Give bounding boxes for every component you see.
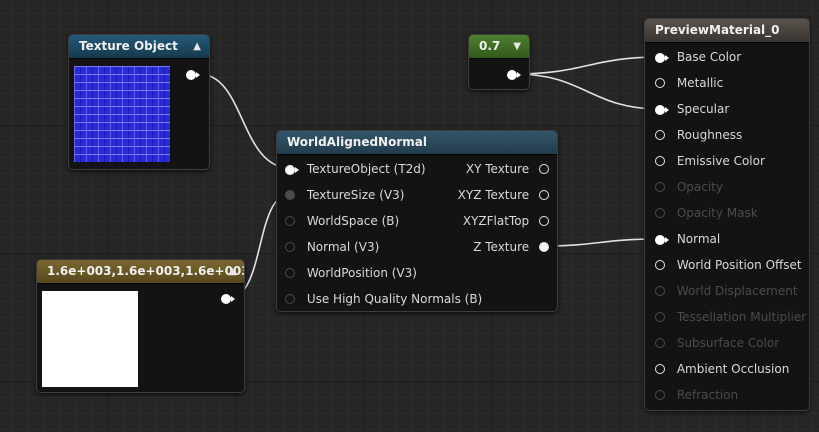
node-title: 0.7 [479, 39, 501, 53]
preview-material-node[interactable]: PreviewMaterial_0 Base Color Metallic Sp… [644, 18, 810, 411]
pin-normal[interactable]: Normal [655, 230, 720, 248]
input-pin-connected[interactable] [655, 235, 669, 245]
texture-preview [74, 66, 170, 162]
input-pin[interactable] [655, 155, 665, 166]
input-pin-disabled [655, 337, 665, 348]
node-title: Texture Object [79, 39, 178, 53]
pin-world-displacement: World Displacement [655, 282, 798, 300]
output-xy-texture[interactable]: XY Texture [466, 160, 549, 178]
input-pin-connected[interactable] [285, 165, 299, 175]
texture-object-header[interactable]: Texture Object ▲ [69, 35, 209, 59]
collapse-triangle-icon[interactable]: ▼ [513, 35, 521, 58]
input-worldspace[interactable]: WorldSpace (B) [285, 212, 399, 230]
pin-base-color[interactable]: Base Color [655, 48, 741, 66]
pin-opacity-mask: Opacity Mask [655, 204, 758, 222]
input-pin-connected[interactable] [655, 105, 669, 115]
constant-output-pin[interactable] [507, 70, 521, 80]
input-pin[interactable] [655, 129, 665, 140]
texture-output-pin[interactable] [186, 70, 200, 80]
pin-emissive-color[interactable]: Emissive Color [655, 152, 765, 170]
output-pin-connected[interactable] [539, 241, 549, 252]
pin-refraction: Refraction [655, 386, 738, 404]
node-title: WorldAlignedNormal [287, 135, 427, 149]
input-pin-disabled [655, 389, 665, 400]
texture-object-node[interactable]: Texture Object ▲ [68, 34, 210, 170]
input-pin-disabled [655, 311, 665, 322]
world-aligned-normal-node[interactable]: WorldAlignedNormal TextureObject (T2d) T… [276, 130, 558, 312]
input-pin-disabled [655, 285, 665, 296]
wire-constant-to-specular [514, 73, 661, 110]
output-pin[interactable] [539, 163, 549, 174]
pin-ambient-occlusion[interactable]: Ambient Occlusion [655, 360, 789, 378]
output-pin[interactable] [539, 189, 549, 200]
input-textureobject[interactable]: TextureObject (T2d) [285, 160, 426, 178]
pin-roughness[interactable]: Roughness [655, 126, 742, 144]
vector-output-pin[interactable] [221, 294, 235, 304]
node-title: PreviewMaterial_0 [655, 23, 780, 37]
input-pin-connected[interactable] [655, 53, 669, 63]
input-pin[interactable] [285, 241, 295, 252]
input-use-high-quality-normals[interactable]: Use High Quality Normals (B) [285, 290, 482, 308]
constant-node[interactable]: 0.7 ▼ [468, 34, 530, 90]
input-pin[interactable] [655, 259, 665, 270]
output-z-texture[interactable]: Z Texture [473, 238, 549, 256]
constant-header[interactable]: 0.7 ▼ [469, 35, 529, 59]
output-pin[interactable] [539, 215, 549, 226]
vector-color-preview [42, 291, 138, 387]
node-title: 1.6e+003,1.6e+003,1.6e+003 [47, 264, 245, 278]
preview-material-header[interactable]: PreviewMaterial_0 [645, 19, 809, 43]
collapse-triangle-icon[interactable]: ▲ [228, 260, 236, 283]
pin-opacity: Opacity [655, 178, 723, 196]
pin-tessellation-multiplier: Tessellation Multiplier [655, 308, 806, 326]
input-pin-disabled [655, 181, 665, 192]
input-normal[interactable]: Normal (V3) [285, 238, 379, 256]
vector-constant-node[interactable]: 1.6e+003,1.6e+003,1.6e+003 ▲ [36, 259, 245, 393]
collapse-triangle-icon[interactable]: ▲ [193, 35, 201, 58]
input-pin[interactable] [655, 363, 665, 374]
input-pin[interactable] [655, 77, 665, 88]
output-xyz-texture[interactable]: XYZ Texture [458, 186, 549, 204]
world-aligned-normal-header[interactable]: WorldAlignedNormal [277, 131, 557, 155]
input-pin[interactable] [285, 267, 295, 278]
input-worldposition[interactable]: WorldPosition (V3) [285, 264, 417, 282]
pin-metallic[interactable]: Metallic [655, 74, 723, 92]
wire-ztexture-to-normal [539, 238, 661, 247]
pin-world-position-offset[interactable]: World Position Offset [655, 256, 802, 274]
input-texturesize[interactable]: TextureSize (V3) [285, 186, 404, 204]
input-pin[interactable] [285, 215, 295, 226]
vector-constant-header[interactable]: 1.6e+003,1.6e+003,1.6e+003 ▲ [37, 260, 244, 284]
input-pin[interactable] [285, 189, 295, 200]
wire-constant-to-basecolor [514, 56, 661, 75]
input-pin[interactable] [285, 293, 295, 304]
pin-subsurface-color: Subsurface Color [655, 334, 779, 352]
pin-specular[interactable]: Specular [655, 100, 729, 118]
output-xyzflattop[interactable]: XYZFlatTop [463, 212, 549, 230]
input-pin-disabled [655, 207, 665, 218]
